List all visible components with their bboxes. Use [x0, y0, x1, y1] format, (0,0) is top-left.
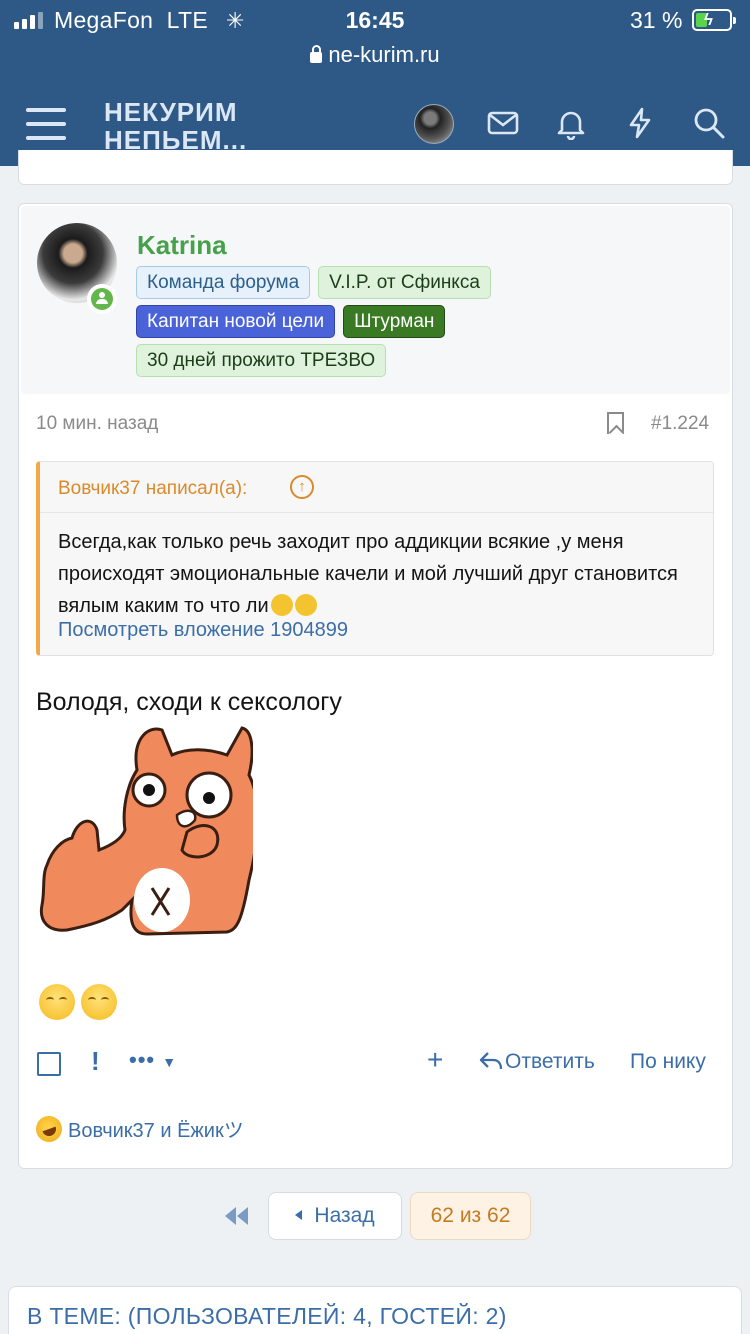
battery-icon: ϟ	[692, 9, 736, 31]
online-status-icon	[87, 284, 117, 314]
rofl-emoji-icon	[294, 594, 317, 616]
lock-icon	[310, 45, 323, 63]
search-icon[interactable]	[692, 106, 726, 140]
author-name[interactable]: Katrina	[137, 230, 227, 261]
mail-icon[interactable]	[486, 106, 520, 140]
badge-captain: Капитан новой цели	[136, 305, 336, 338]
arrow-up-circle-icon[interactable]: ↑	[290, 475, 314, 499]
reply-button[interactable]: Ответить	[479, 1050, 595, 1074]
bookmark-icon[interactable]	[607, 412, 624, 434]
reply-icon	[479, 1052, 503, 1070]
multi-quote-button[interactable]: +	[427, 1044, 443, 1076]
chevron-left-icon	[295, 1210, 303, 1220]
account-avatar[interactable]	[414, 104, 454, 144]
lightning-icon[interactable]	[623, 106, 657, 140]
badge-vip: V.I.P. от Сфинкса	[318, 266, 491, 299]
menu-button[interactable]	[26, 108, 66, 140]
select-checkbox[interactable]	[37, 1052, 61, 1076]
badge-sober-days: 30 дней прожито ТРЕЗВО	[136, 344, 387, 377]
forum-post: Katrina Команда форума V.I.P. от Сфинкса…	[18, 203, 733, 1169]
address-bar[interactable]: ne-kurim.ru	[0, 42, 750, 68]
app-header: MegaFon LTE ✳ 16:45 31 % ϟ ne-kurim.ru Н…	[0, 0, 750, 166]
quote-text: Всегда,как только речь заходит про аддик…	[58, 531, 678, 617]
previous-post-edge	[18, 150, 733, 185]
url-text: ne-kurim.ru	[328, 42, 440, 67]
badge-team: Команда форума	[136, 266, 311, 299]
attachment-link[interactable]: Посмотреть вложение 1904899	[58, 619, 348, 642]
shush-emoji-icon	[270, 594, 293, 616]
reactions-users[interactable]: Вовчик37 и Ёжикツ	[68, 1114, 244, 1143]
post-message: Володя, сходи к сексологу	[36, 688, 342, 716]
site-logo[interactable]: НЕКУРИМ НЕПЬЕМ...	[104, 98, 247, 154]
post-time[interactable]: 10 мин. назад	[36, 413, 158, 435]
by-nick-button[interactable]: По нику	[630, 1050, 706, 1074]
cat-sticker-image	[39, 726, 253, 936]
user-badges: Команда форума V.I.P. от Сфинкса Капитан…	[136, 266, 696, 377]
smiling-emoji-icon	[39, 984, 75, 1020]
page-indicator[interactable]: 62 из 62	[410, 1192, 531, 1240]
quote-author[interactable]: Вовчик37 написал(а):	[58, 478, 247, 500]
bell-icon[interactable]	[554, 106, 588, 140]
first-page-button[interactable]	[222, 1204, 252, 1228]
post-author-block: Katrina Команда форума V.I.P. от Сфинкса…	[21, 206, 730, 394]
badge-navigator: Штурман	[343, 305, 446, 338]
back-button[interactable]: Назад	[268, 1192, 402, 1240]
online-users-block: В ТЕМЕ: (ПОЛЬЗОВАТЕЛЕЙ: 4, ГОСТЕЙ: 2)	[8, 1286, 742, 1334]
reaction-emojis	[39, 984, 117, 1020]
online-users-title: В ТЕМЕ: (ПОЛЬЗОВАТЕЛЕЙ: 4, ГОСТЕЙ: 2)	[27, 1303, 507, 1329]
reactions-summary[interactable]: Вовчик37 и Ёжикツ	[32, 1111, 244, 1146]
more-menu-button[interactable]: ••• ▼	[129, 1047, 177, 1073]
post-number[interactable]: #1.224	[651, 413, 709, 435]
report-button[interactable]: !	[91, 1046, 100, 1077]
quote-block: Вовчик37 написал(а): ↑ Всегда,как только…	[36, 461, 714, 656]
laughing-emoji-icon	[32, 1111, 66, 1146]
smiling-emoji-icon	[81, 984, 117, 1020]
battery-percent: 31 %	[630, 7, 683, 33]
status-bar: MegaFon LTE ✳ 16:45 31 % ϟ	[0, 0, 750, 40]
chevron-down-icon: ▼	[162, 1054, 178, 1070]
post-actions: ! ••• ▼ + Ответить По нику	[19, 1042, 732, 1082]
